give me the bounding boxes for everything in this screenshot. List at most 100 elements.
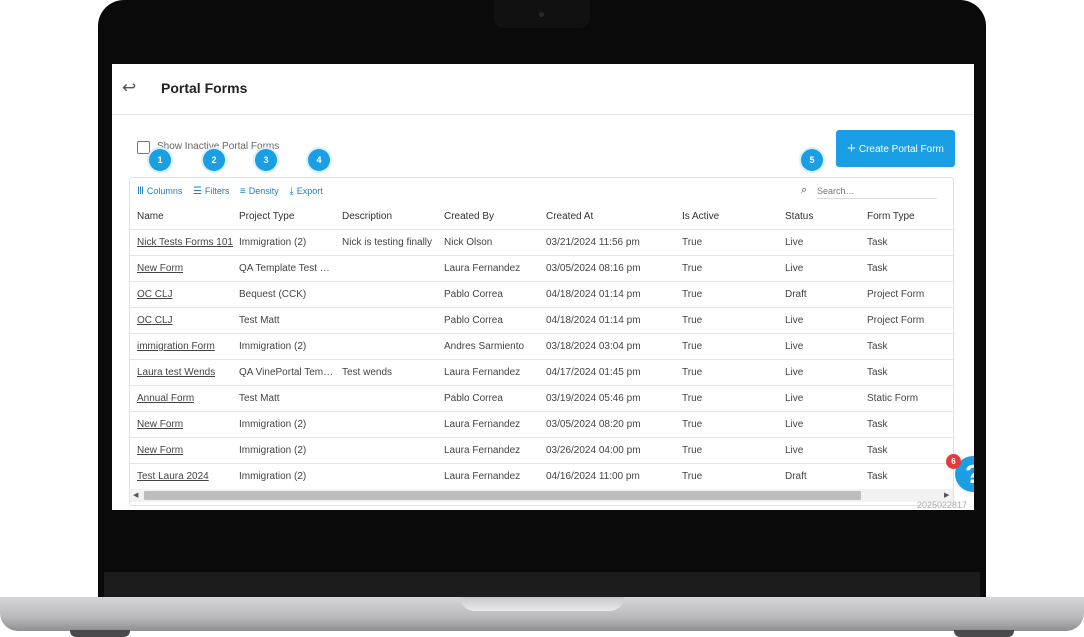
cell-created-at: 03/05/2024 08:20 pm	[546, 419, 641, 430]
column-header-created-at[interactable]: Created At	[546, 205, 593, 229]
callout-badge-5: 5	[801, 149, 823, 171]
density-button[interactable]: ≡ Density	[240, 186, 279, 197]
table-row[interactable]: Laura test Wends QA VinePortal Tem… Test w…	[130, 360, 953, 386]
cell-status: Live	[785, 315, 804, 326]
callout-badge-2: 2	[203, 149, 225, 171]
scrollbar-thumb[interactable]	[144, 491, 861, 500]
back-arrow-icon[interactable]: ↩	[122, 78, 136, 98]
cell-name[interactable]: OC CLJ	[137, 308, 173, 333]
cell-created-by: Laura Fernandez	[444, 263, 521, 274]
cell-created-by: Laura Fernandez	[444, 419, 521, 430]
callout-badge-4: 4	[308, 149, 330, 171]
table-row[interactable]: OC CLJ Bequest (CCK) Pablo Correa 04/18/202…	[130, 282, 953, 308]
cell-name[interactable]: New Form	[137, 438, 183, 463]
cell-is-active: True	[682, 289, 703, 300]
cell-is-active: True	[682, 393, 703, 404]
column-header-description[interactable]: Description	[342, 205, 392, 229]
cell-status: Live	[785, 341, 804, 352]
cell-project-type: Immigration (2)	[239, 237, 307, 248]
table-row[interactable]: Annual Form Test Matt Pablo Correa 03/19/20…	[130, 386, 953, 412]
search-input[interactable]	[817, 184, 937, 199]
cell-name[interactable]: Annual Form	[137, 386, 194, 411]
cell-is-active: True	[682, 367, 703, 378]
cell-description: Nick is testing finally	[342, 237, 433, 248]
cell-name[interactable]: immigration Form	[137, 334, 215, 359]
cell-form-type: Task	[867, 237, 888, 248]
create-portal-form-label: Create Portal Form	[858, 144, 944, 155]
help-notification-badge: 6	[946, 454, 961, 469]
table-row[interactable]: Test Laura 2024 Immigration (2) Laura Fern…	[130, 464, 953, 490]
column-header-status[interactable]: Status	[785, 205, 813, 229]
cell-name[interactable]: OC CLJ	[137, 282, 173, 307]
cell-is-active: True	[682, 237, 703, 248]
plus-icon: +	[847, 140, 856, 157]
cell-created-at: 04/18/2024 01:14 pm	[546, 315, 641, 326]
data-grid: ⅢColumns ☰Filters ≡Density ⤓Export ⌕ Nam…	[129, 177, 954, 506]
scroll-left-icon[interactable]: ◀	[133, 489, 138, 502]
version-label: 2025022817	[917, 500, 968, 510]
density-label: Density	[248, 186, 279, 196]
laptop-bezel-bottom	[104, 572, 980, 598]
cell-created-by: Laura Fernandez	[444, 367, 521, 378]
callout-badge-3: 3	[255, 149, 277, 171]
export-button[interactable]: ⤓ Export	[289, 186, 322, 197]
column-header-created-by[interactable]: Created By	[444, 205, 494, 229]
cell-created-at: 03/18/2024 03:04 pm	[546, 341, 641, 352]
callout-badge-1: 1	[149, 149, 171, 171]
cell-created-by: Nick Olson	[444, 237, 493, 248]
cell-created-by: Andres Sarmiento	[444, 341, 525, 352]
cell-project-type: QA VinePortal Tem…	[239, 367, 334, 378]
cell-name[interactable]: New Form	[137, 256, 183, 281]
cell-form-type: Static Form	[867, 393, 919, 404]
columns-button[interactable]: Ⅲ Columns	[137, 186, 182, 197]
cell-is-active: True	[682, 263, 703, 274]
create-portal-form-button[interactable]: + Create Portal Form	[836, 130, 955, 167]
table-row[interactable]: New Form Immigration (2) Laura Fernandez 03…	[130, 438, 953, 464]
camera-icon	[539, 12, 544, 17]
cell-project-type: Immigration (2)	[239, 471, 307, 482]
cell-status: Live	[785, 393, 804, 404]
cell-description: Test wends	[342, 367, 393, 378]
cell-status: Live	[785, 263, 804, 274]
table-row[interactable]: immigration Form Immigration (2) Andres Sa…	[130, 334, 953, 360]
column-header-form-type[interactable]: Form Type	[867, 205, 915, 229]
cell-status: Live	[785, 367, 804, 378]
cell-form-type: Task	[867, 367, 888, 378]
filters-button[interactable]: ☰ Filters	[193, 186, 229, 197]
cell-status: Draft	[785, 471, 807, 482]
cell-name[interactable]: Laura test Wends	[137, 360, 215, 385]
cell-created-at: 03/26/2024 04:00 pm	[546, 445, 641, 456]
table-row[interactable]: New Form QA Template Test … Laura Fernande…	[130, 256, 953, 282]
column-header-project-type[interactable]: Project Type	[239, 205, 294, 229]
search-icon: ⌕	[801, 184, 808, 196]
cell-name[interactable]: Nick Tests Forms 101	[137, 230, 233, 255]
table-row[interactable]: OC CLJ Test Matt Pablo Correa 04/18/2024 01…	[130, 308, 953, 334]
cell-status: Live	[785, 419, 804, 430]
cell-project-type: Test Matt	[239, 315, 280, 326]
cell-project-type: Immigration (2)	[239, 341, 307, 352]
cell-name[interactable]: New Form	[137, 412, 183, 437]
cell-form-type: Task	[867, 419, 888, 430]
table-row[interactable]: Nick Tests Forms 101 Immigration (2) Nick …	[130, 230, 953, 256]
grid-header-row: Name Project Type Description Created By…	[130, 205, 953, 230]
cell-form-type: Task	[867, 263, 888, 274]
export-label: Export	[296, 186, 323, 196]
table-row[interactable]: New Form Immigration (2) Laura Fernandez 03…	[130, 412, 953, 438]
filter-icon: ☰	[192, 186, 202, 197]
column-header-name[interactable]: Name	[137, 205, 164, 229]
laptop-base-notch	[460, 597, 624, 611]
show-inactive-checkbox[interactable]	[137, 141, 150, 154]
cell-project-type: Bequest (CCK)	[239, 289, 307, 300]
cell-created-at: 04/16/2024 11:00 pm	[546, 471, 640, 482]
column-header-is-active[interactable]: Is Active	[682, 205, 719, 229]
cell-created-at: 03/21/2024 11:56 pm	[546, 237, 640, 248]
cell-created-at: 03/19/2024 05:46 pm	[546, 393, 641, 404]
cell-status: Live	[785, 445, 804, 456]
filters-label: Filters	[204, 186, 230, 196]
page-header: ↩ Portal Forms	[112, 64, 974, 115]
cell-name[interactable]: Test Laura 2024	[137, 464, 209, 489]
cell-status: Draft	[785, 289, 807, 300]
cell-project-type: Immigration (2)	[239, 419, 307, 430]
cell-created-by: Pablo Correa	[444, 289, 503, 300]
horizontal-scrollbar[interactable]: ◀ ▶	[130, 489, 953, 502]
